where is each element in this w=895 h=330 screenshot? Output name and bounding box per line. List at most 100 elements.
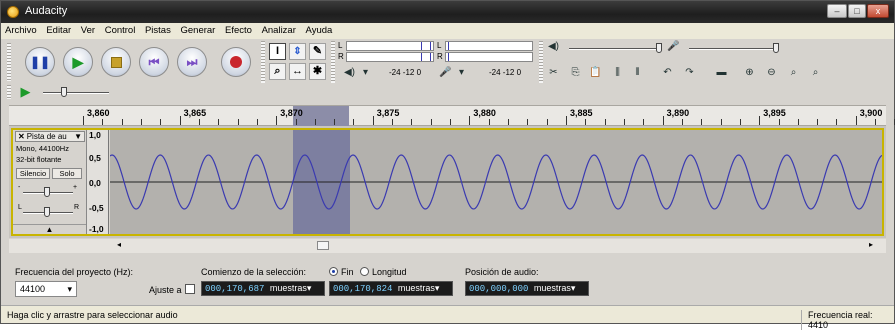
record-meter-left[interactable]	[346, 41, 434, 51]
maximize-button[interactable]: □	[848, 4, 866, 18]
gain-knob[interactable]	[44, 187, 50, 197]
scroll-right-arrow-icon[interactable]: ▸	[869, 240, 873, 249]
ruler-tick	[855, 116, 857, 125]
menu-efecto[interactable]: Efecto	[221, 23, 255, 36]
length-radio[interactable]	[360, 267, 369, 276]
copy-icon[interactable]: ⎘	[567, 65, 584, 81]
fit-selection-icon[interactable]: ⌕	[785, 65, 802, 81]
selection-end-field[interactable]: 000,170,824 muestras▾	[329, 281, 453, 296]
close-button[interactable]: x	[867, 4, 889, 18]
end-radio-label: Fin	[341, 267, 354, 277]
multi-tool-icon[interactable]: ✱	[309, 63, 326, 80]
stop-button[interactable]	[101, 47, 131, 77]
timeline-ruler[interactable]: 3,860 3,865 3,870 3,875 3,880 3,885 3,890 3,895…	[9, 105, 895, 126]
sync-lock-icon[interactable]: ▬	[713, 65, 730, 81]
scale-label: -1,0	[89, 224, 104, 234]
pan-right-label: R	[74, 204, 80, 211]
pan-left-label: L	[18, 204, 22, 211]
silence-icon[interactable]: ⫴	[629, 65, 646, 81]
ruler-tick	[140, 119, 142, 125]
ruler-tick	[121, 119, 123, 125]
menu-control[interactable]: Control	[101, 23, 139, 36]
menu-analizar[interactable]: Analizar	[258, 23, 299, 36]
record-meter-right[interactable]	[346, 52, 434, 62]
ruler-tick	[778, 119, 780, 125]
timeshift-tool-icon[interactable]: ↔	[289, 63, 306, 80]
scrollbar-thumb[interactable]	[317, 241, 329, 250]
ruler-tick	[701, 119, 703, 125]
trim-icon[interactable]: ⫼	[609, 65, 626, 81]
gain-plus-label: +	[73, 184, 78, 191]
track-name-menu[interactable]: ✕ Pista de au ▼	[15, 131, 85, 142]
zoom-out-icon[interactable]: ⊖	[763, 65, 780, 81]
ruler-tick	[585, 119, 587, 125]
ruler-label: 3,865	[183, 108, 207, 118]
redo-icon[interactable]: ↷	[681, 65, 698, 81]
play-speed-knob[interactable]	[61, 87, 67, 97]
paste-icon[interactable]: 📋	[587, 65, 604, 81]
cut-icon[interactable]: ✂	[545, 65, 562, 81]
play-button[interactable]: ▶	[63, 47, 93, 77]
ruler-tick	[450, 119, 452, 125]
menu-ver[interactable]: Ver	[77, 23, 98, 36]
toolbar-grip[interactable]	[7, 85, 11, 99]
selection-toolbar: Frecuencia del proyecto (Hz): 44100 ▾ Aj…	[9, 261, 886, 301]
audio-track[interactable]: ✕ Pista de au ▼ Mono, 44100Hz 32-bit flot…	[11, 128, 884, 236]
speaker-icon[interactable]: ◀)	[341, 65, 358, 81]
dropdown-arrow-icon[interactable]: ▾	[357, 65, 374, 81]
toolbar-grip[interactable]	[261, 41, 265, 83]
ruler-tick	[875, 119, 877, 125]
envelope-tool-icon[interactable]: ⇕	[289, 43, 306, 60]
solo-button[interactable]: Solo	[52, 168, 82, 179]
input-volume-knob[interactable]	[773, 43, 779, 53]
play-meter-left[interactable]	[445, 41, 533, 51]
menu-ayuda[interactable]: Ayuda	[302, 23, 336, 36]
dropdown-arrow-icon[interactable]: ▾	[453, 65, 470, 81]
output-volume-slider[interactable]	[569, 48, 659, 50]
menu-editar[interactable]: Editar	[42, 23, 74, 36]
track-close-icon[interactable]: ✕	[16, 132, 27, 141]
selection-start-label: Comienzo de la selección:	[201, 267, 307, 277]
selection-start-field[interactable]: 000,170,687 muestras▾	[201, 281, 325, 296]
waveform-svg	[110, 130, 882, 234]
zoom-tool-icon[interactable]: ⌕	[269, 63, 286, 80]
snap-to-checkbox[interactable]	[185, 284, 195, 294]
skip-start-icon: ⏮	[148, 54, 160, 69]
pan-knob[interactable]	[44, 207, 50, 217]
input-volume-slider[interactable]	[689, 48, 777, 50]
ruler-tick	[720, 119, 722, 125]
microphone-icon[interactable]: 🎤	[437, 65, 454, 81]
ruler-label: 3,900	[859, 108, 883, 118]
draw-tool-icon[interactable]: ✎	[309, 43, 326, 60]
snap-to-label: Ajuste a	[149, 285, 182, 295]
scroll-left-arrow-icon[interactable]: ◂	[117, 240, 121, 249]
collapse-track-icon[interactable]: ▲	[13, 224, 86, 234]
menu-generar[interactable]: Generar	[176, 23, 218, 36]
play-at-speed-icon[interactable]: ▶	[17, 84, 34, 100]
toolbar-grip[interactable]	[331, 41, 335, 83]
record-button[interactable]	[221, 47, 251, 77]
skip-start-button[interactable]: ⏮	[139, 47, 169, 77]
toolbar-grip[interactable]	[7, 43, 11, 81]
zoom-in-icon[interactable]: ⊕	[741, 65, 758, 81]
minimize-button[interactable]: –	[827, 4, 847, 18]
menu-archivo[interactable]: Archivo	[1, 23, 40, 36]
menu-pistas[interactable]: Pistas	[141, 23, 174, 36]
horizontal-scrollbar[interactable]: ◂ ▸	[9, 239, 886, 253]
waveform-display[interactable]	[110, 130, 882, 234]
project-rate-label: Frecuencia del proyecto (Hz):	[15, 267, 134, 277]
skip-end-button[interactable]: ⏭	[177, 47, 207, 77]
play-speed-slider[interactable]	[43, 92, 109, 94]
selection-tool-icon[interactable]: I	[269, 43, 286, 60]
pause-button[interactable]: ❚❚	[25, 47, 55, 77]
unit-label: muestras	[533, 283, 571, 293]
end-radio[interactable]	[329, 267, 338, 276]
mute-button[interactable]: Silencio	[16, 168, 50, 179]
audio-position-field[interactable]: 000,000,000 muestras▾	[465, 281, 589, 296]
toolbar-grip[interactable]	[539, 41, 543, 83]
undo-icon[interactable]: ↶	[659, 65, 676, 81]
output-volume-knob[interactable]	[656, 43, 662, 53]
play-meter-right[interactable]	[445, 52, 533, 62]
fit-project-icon[interactable]: ⌕	[807, 65, 824, 81]
project-rate-select[interactable]: 44100 ▾	[15, 281, 77, 297]
